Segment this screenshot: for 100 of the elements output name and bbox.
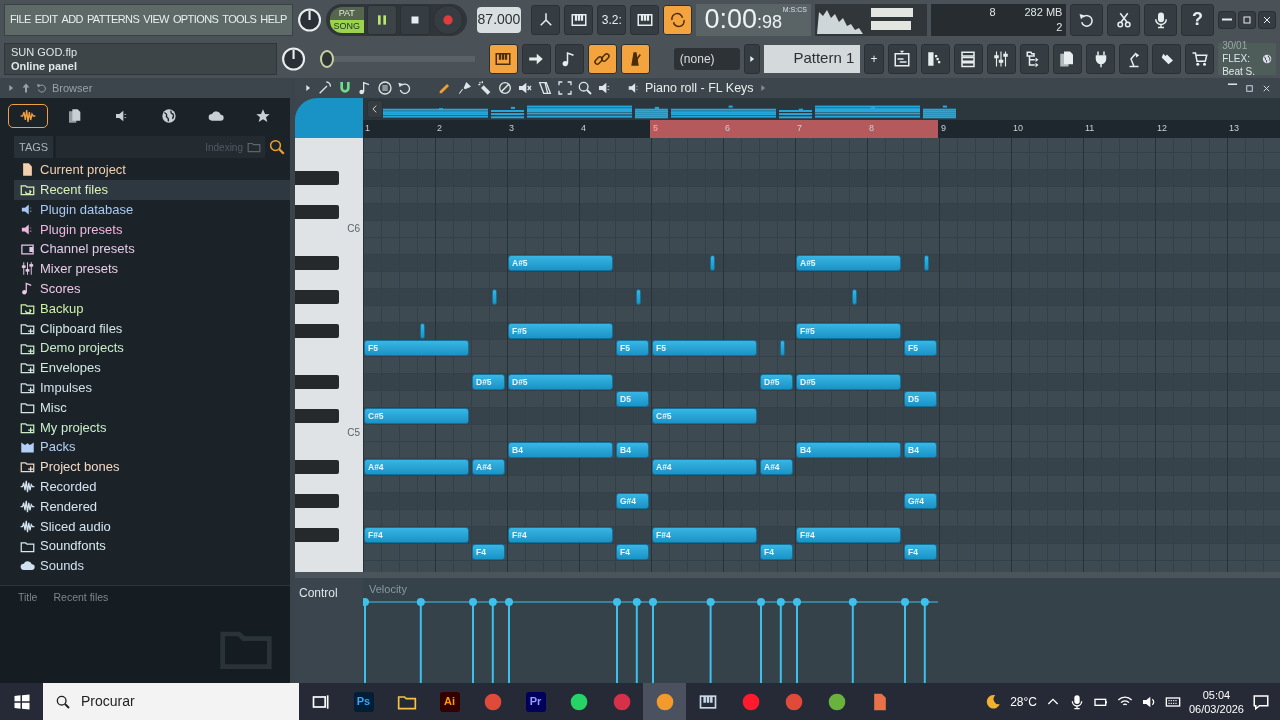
- browser-item[interactable]: Plugin presets: [14, 219, 290, 240]
- toolbar-button[interactable]: [887, 43, 917, 74]
- scroll-left-button[interactable]: [367, 100, 383, 118]
- toolbar-button[interactable]: [1052, 43, 1082, 74]
- news-panel[interactable]: 30/01 FLEX: Beat S.: [1218, 42, 1276, 75]
- maximize-button[interactable]: [1238, 10, 1257, 29]
- browser-item[interactable]: Channel presets: [14, 239, 290, 259]
- note[interactable]: D#5: [796, 374, 901, 390]
- browser-item[interactable]: Sliced audio: [14, 516, 290, 537]
- note[interactable]: [635, 289, 641, 305]
- toolbar-button[interactable]: [1019, 43, 1049, 74]
- browser-item[interactable]: Plugin database: [14, 199, 290, 220]
- menu-item[interactable]: HELP: [260, 11, 287, 28]
- browser-tab[interactable]: [7, 104, 48, 128]
- maximize-icon[interactable]: [1244, 82, 1255, 94]
- note[interactable]: C#5: [652, 408, 757, 424]
- brush-icon[interactable]: [457, 80, 473, 96]
- notifications-icon[interactable]: [1252, 692, 1270, 711]
- folder-icon[interactable]: [247, 140, 261, 154]
- note[interactable]: D#5: [760, 374, 793, 390]
- wrench-icon[interactable]: [317, 80, 333, 96]
- toolbar-button[interactable]: [1152, 43, 1182, 74]
- knob-icon[interactable]: [296, 6, 322, 33]
- note[interactable]: F4: [760, 544, 793, 560]
- browser-item[interactable]: Clipboard files: [14, 318, 290, 339]
- browser-item[interactable]: My projects: [14, 417, 290, 438]
- knob-icon[interactable]: [280, 45, 307, 72]
- zoom-icon[interactable]: [577, 80, 593, 96]
- note[interactable]: [419, 323, 425, 339]
- note[interactable]: F#5: [796, 323, 901, 339]
- toolbar-button[interactable]: [986, 43, 1016, 74]
- tempo-display[interactable]: 87.000: [476, 6, 522, 33]
- toolbar-button[interactable]: [587, 43, 617, 74]
- browser-item[interactable]: Recent files: [14, 179, 290, 200]
- browser-item[interactable]: Demo projects: [14, 338, 290, 358]
- menu-item[interactable]: EDIT: [34, 11, 58, 28]
- play-pause-button[interactable]: [366, 4, 397, 35]
- browser-item[interactable]: Soundfonts: [14, 536, 290, 556]
- speaker-icon[interactable]: [627, 81, 641, 95]
- note[interactable]: [923, 255, 929, 271]
- note[interactable]: [779, 340, 785, 356]
- toolbar-button[interactable]: [1144, 3, 1178, 36]
- note[interactable]: [851, 289, 857, 305]
- note[interactable]: C#5: [364, 408, 469, 424]
- menu-item[interactable]: FILE: [10, 11, 31, 28]
- toolbar-button[interactable]: [1185, 43, 1215, 74]
- browser-item[interactable]: Packs: [14, 437, 290, 457]
- note[interactable]: B4: [796, 442, 901, 458]
- add-pattern-button[interactable]: +: [864, 43, 884, 74]
- menu-item[interactable]: VIEW: [143, 11, 169, 28]
- toolbar-button[interactable]: [920, 43, 950, 74]
- undo-icon[interactable]: [397, 80, 413, 96]
- arrangement-dropdown[interactable]: (none): [673, 47, 740, 70]
- ban-icon[interactable]: [497, 80, 513, 96]
- toolbar-button[interactable]: 3.2:: [597, 4, 627, 35]
- note[interactable]: A#4: [472, 459, 505, 475]
- slice-icon[interactable]: [537, 80, 553, 96]
- note[interactable]: B4: [508, 442, 613, 458]
- note[interactable]: F#5: [508, 323, 613, 339]
- toolbar-button[interactable]: [554, 43, 584, 74]
- note[interactable]: [491, 289, 497, 305]
- note[interactable]: A#5: [796, 255, 901, 271]
- magnet-icon[interactable]: [337, 80, 353, 96]
- note[interactable]: F#4: [508, 527, 613, 543]
- browser-item[interactable]: Misc: [14, 397, 290, 418]
- note[interactable]: F#4: [652, 527, 757, 543]
- close-button[interactable]: [1258, 10, 1277, 29]
- pattern-arrow-button[interactable]: [743, 43, 760, 74]
- note[interactable]: F4: [616, 544, 649, 560]
- browser-item[interactable]: Impulses: [14, 377, 290, 398]
- menu-circle-icon[interactable]: [377, 80, 393, 96]
- note[interactable]: [709, 255, 715, 271]
- search-icon[interactable]: [268, 138, 286, 156]
- note[interactable]: F#4: [364, 527, 469, 543]
- toolbar-button[interactable]: [1119, 43, 1149, 74]
- browser-item[interactable]: Sounds: [14, 555, 290, 576]
- browser-item[interactable]: Envelopes: [14, 357, 290, 378]
- toolbar-button[interactable]: [564, 4, 594, 35]
- taskbar-app[interactable]: Ps: [342, 683, 385, 720]
- minimize-icon[interactable]: [1227, 82, 1238, 86]
- stop-button[interactable]: [399, 4, 430, 35]
- mute-icon[interactable]: [517, 80, 533, 96]
- pattern-song-switch[interactable]: PAT SONG: [329, 6, 364, 33]
- note[interactable]: B4: [904, 442, 937, 458]
- note[interactable]: A#4: [364, 459, 469, 475]
- note[interactable]: G#4: [616, 493, 649, 509]
- browser-item[interactable]: Backup: [14, 298, 290, 319]
- browser-item[interactable]: Scores: [14, 278, 290, 299]
- menu-item[interactable]: ADD: [61, 11, 83, 28]
- mode-option[interactable]: PAT: [329, 6, 364, 20]
- taskbar-search-field[interactable]: Procurar: [43, 683, 299, 720]
- note[interactable]: F4: [472, 544, 505, 560]
- note[interactable]: D#5: [472, 374, 505, 390]
- note[interactable]: F4: [904, 544, 937, 560]
- arrow-up-icon[interactable]: [20, 82, 32, 94]
- toolbar-button[interactable]: [1107, 3, 1141, 36]
- control-label[interactable]: Control: [299, 586, 338, 600]
- toolbar-button[interactable]: [488, 43, 518, 74]
- toolbar-button[interactable]: [663, 4, 693, 35]
- toolbar-button[interactable]: [521, 43, 551, 74]
